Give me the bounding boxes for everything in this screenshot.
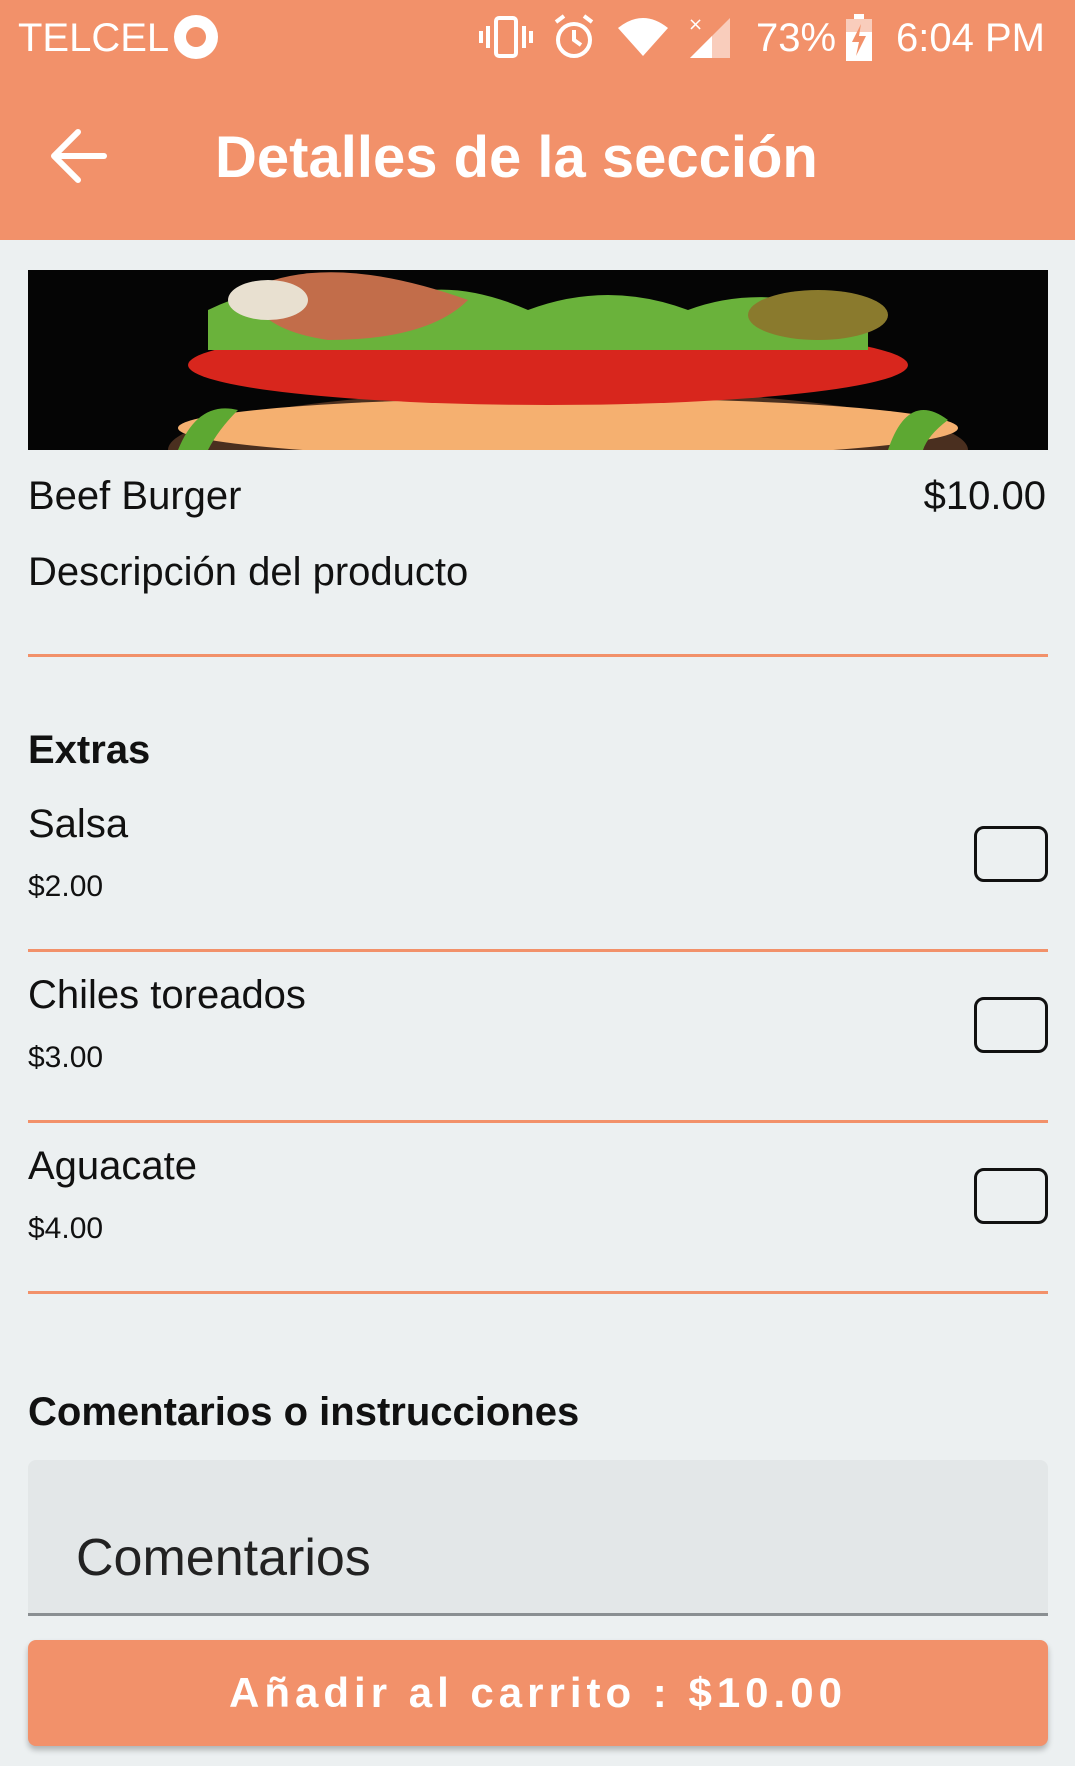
battery-charging-icon: [846, 14, 872, 61]
product-description: Descripción del producto: [28, 550, 469, 594]
divider: [28, 949, 1048, 952]
extra-price: $3.00: [28, 1041, 104, 1074]
divider: [28, 1291, 1048, 1294]
status-time: 6:04 PM: [896, 16, 1045, 60]
product-price: $10.00: [923, 474, 1046, 518]
back-button[interactable]: [42, 120, 122, 192]
vibrate-icon: [479, 16, 533, 58]
add-to-cart-button[interactable]: Añadir al carrito : $10.00: [28, 1640, 1048, 1746]
wifi-icon: [618, 18, 668, 56]
svg-text:×: ×: [688, 14, 703, 35]
extra-name: Aguacate: [28, 1144, 198, 1188]
battery-percent: 73%: [756, 16, 837, 60]
comments-title: Comentarios o instrucciones: [28, 1390, 580, 1434]
comments-input[interactable]: Comentarios: [28, 1460, 1048, 1616]
extra-checkbox[interactable]: [974, 826, 1048, 882]
signal-icon: ×: [688, 14, 730, 58]
divider: [28, 654, 1048, 657]
extra-name: Salsa: [28, 802, 129, 846]
product-image: [28, 270, 1048, 450]
page-title: Detalles de la sección: [215, 125, 818, 190]
extra-item-chiles-toreados[interactable]: Chiles toreados $3.00: [28, 973, 1048, 1123]
carrier-name: TELCEL: [18, 16, 170, 60]
extra-checkbox[interactable]: [974, 997, 1048, 1053]
divider: [28, 1120, 1048, 1123]
extra-name: Chiles toreados: [28, 973, 306, 1017]
extra-item-salsa[interactable]: Salsa $2.00: [28, 802, 1048, 952]
arrow-left-icon: [51, 129, 107, 183]
extra-item-aguacate[interactable]: Aguacate $4.00: [28, 1144, 1048, 1294]
extra-price: $2.00: [28, 870, 104, 903]
status-bar: TELCEL × 73% 6:04 PM: [0, 0, 1075, 76]
app-bar: Detalles de la sección: [0, 100, 1075, 220]
extras-title: Extras: [28, 728, 151, 772]
extra-price: $4.00: [28, 1212, 104, 1245]
extra-checkbox[interactable]: [974, 1168, 1048, 1224]
status-icons: ×: [470, 12, 750, 64]
alarm-icon: [554, 14, 594, 58]
product-name: Beef Burger: [28, 474, 242, 518]
comments-placeholder: Comentarios: [76, 1529, 371, 1587]
record-icon: [174, 15, 218, 59]
